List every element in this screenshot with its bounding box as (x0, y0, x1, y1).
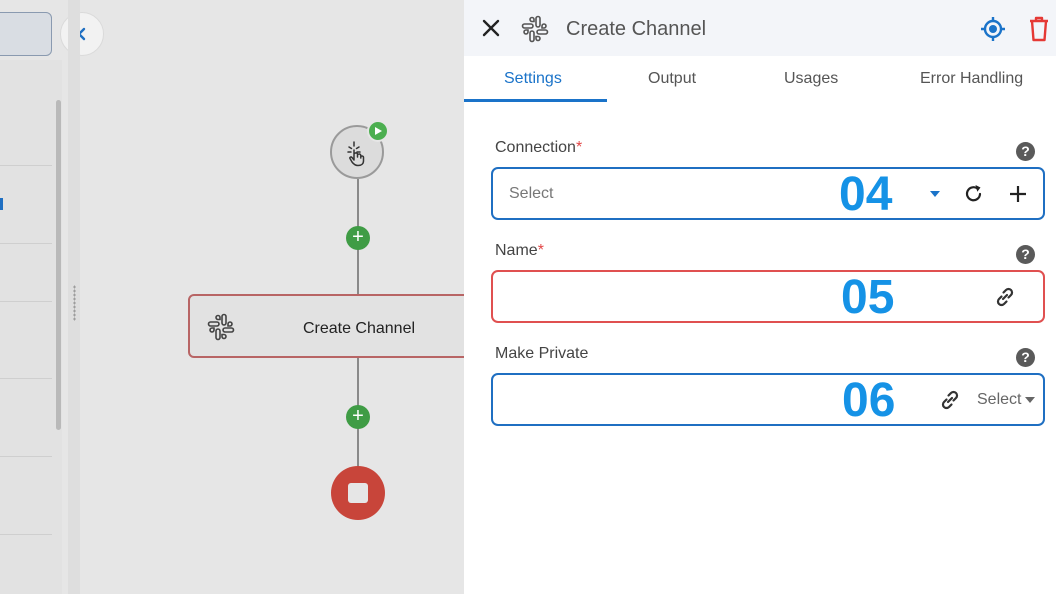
connection-placeholder: Select (509, 185, 554, 202)
step-list-divider (0, 456, 52, 457)
caret-down-icon[interactable] (929, 190, 941, 198)
refresh-icon[interactable] (963, 183, 985, 205)
run-trigger-button[interactable] (367, 120, 389, 142)
step-list-divider (0, 165, 52, 166)
active-tab-indicator (464, 99, 607, 102)
tab-error-handling[interactable]: Error Handling (920, 70, 1023, 88)
tab-output[interactable]: Output (648, 70, 696, 88)
help-icon[interactable]: ? (1016, 245, 1035, 264)
panel-header: Create Channel (464, 0, 1056, 56)
trash-icon (1030, 16, 1048, 42)
tab-usages[interactable]: Usages (784, 70, 838, 88)
target-icon (981, 17, 1005, 41)
make-private-field[interactable]: 06 Select (491, 373, 1045, 427)
add-step-button[interactable]: + (346, 405, 370, 429)
step-settings-panel: Create Channel Settings Output Usages Er… (464, 0, 1056, 594)
make-private-select[interactable]: Select (977, 391, 1021, 409)
annotation-number: 05 (841, 271, 895, 324)
help-icon[interactable]: ? (1016, 348, 1035, 367)
annotation-number: 04 (839, 168, 893, 221)
connection-label: Connection* (495, 139, 582, 157)
flow-canvas: + Create Channel + (0, 0, 464, 594)
hand-pointer-icon (347, 141, 365, 167)
step-card-create-channel[interactable]: Create Channel (188, 294, 464, 358)
step-list-divider (0, 243, 52, 244)
name-input[interactable]: 05 (491, 270, 1045, 324)
close-button[interactable] (478, 15, 504, 41)
step-list-marker (0, 198, 3, 210)
link-icon[interactable] (938, 388, 962, 412)
panel-title: Create Channel (566, 18, 707, 40)
plus-icon[interactable] (1008, 184, 1028, 204)
resize-grip-icon[interactable] (73, 285, 76, 321)
tab-settings[interactable]: Settings (504, 70, 562, 88)
annotation-number: 06 (842, 374, 896, 427)
name-label-text: Name (495, 242, 538, 259)
slack-icon (520, 14, 550, 49)
add-step-button[interactable]: + (346, 226, 370, 250)
collapse-sidebar-button[interactable] (60, 12, 104, 56)
connection-select[interactable]: Select 04 (491, 167, 1045, 221)
scrollbar[interactable] (56, 100, 61, 430)
locate-step-button[interactable] (980, 16, 1006, 47)
panel-tabs: Settings Output Usages Error Handling (464, 56, 1056, 102)
required-asterisk: * (537, 242, 544, 259)
step-list-divider (0, 378, 52, 379)
step-list-divider (0, 534, 52, 535)
caret-down-icon[interactable] (1025, 397, 1035, 403)
left-toolbar-box[interactable] (0, 12, 52, 56)
close-icon (482, 19, 500, 37)
name-label: Name* (495, 242, 544, 260)
help-icon[interactable]: ? (1016, 142, 1035, 161)
step-list-panel (0, 60, 62, 594)
end-node[interactable] (331, 466, 385, 520)
step-card-label: Create Channel (302, 320, 416, 337)
required-asterisk: * (575, 139, 583, 156)
step-list-divider (0, 301, 52, 302)
connection-label-text: Connection (495, 139, 576, 156)
delete-step-button[interactable] (1028, 16, 1050, 47)
play-icon (375, 127, 382, 135)
stop-icon (348, 483, 368, 503)
link-icon[interactable] (993, 285, 1017, 309)
make-private-label: Make Private (495, 345, 589, 362)
